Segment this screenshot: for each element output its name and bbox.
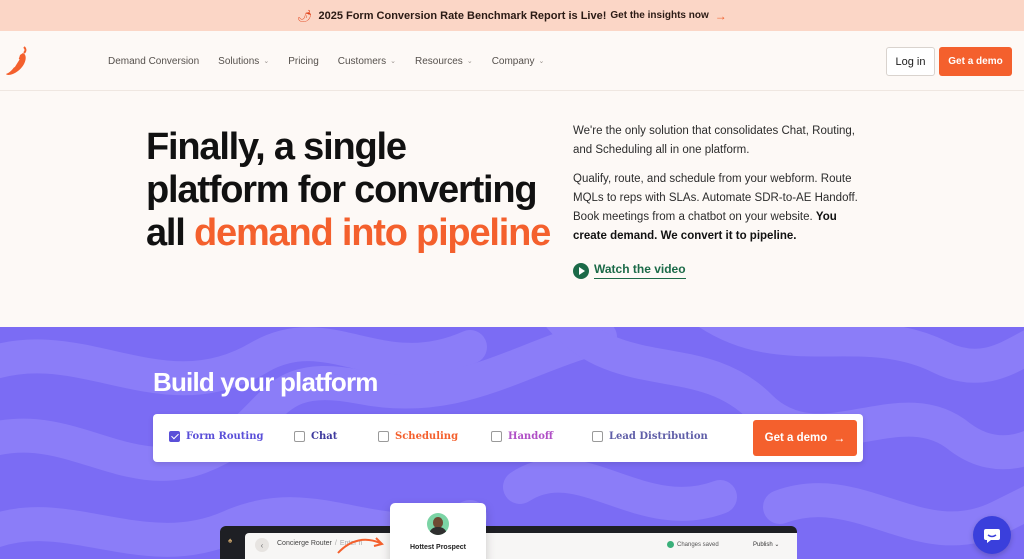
chevron-down-icon: ⌄ (466, 58, 473, 65)
nav-pricing[interactable]: Pricing (288, 56, 319, 67)
play-icon (573, 262, 589, 279)
nav-company[interactable]: Company ⌄ (492, 56, 545, 67)
app-logo-icon: ♠ (228, 536, 233, 545)
arrow-right-icon: → (714, 8, 727, 23)
checkbox-icon[interactable] (592, 431, 603, 442)
publish-button[interactable]: Publish ⌄ (753, 541, 779, 548)
chat-bubble-icon (984, 529, 1000, 543)
hero-title: Finally, a single platform for convertin… (146, 126, 551, 254)
get-demo-button[interactable]: Get a demo (939, 47, 1012, 76)
chevron-down-icon: ⌄ (538, 58, 545, 65)
option-form-routing[interactable]: Form Routing (169, 431, 264, 442)
login-button[interactable]: Log in (886, 47, 935, 76)
nav-customers[interactable]: Customers ⌄ (338, 56, 396, 67)
product-picker: Form Routing Chat Scheduling Handoff Lea… (153, 414, 863, 462)
hottest-prospect-card[interactable]: Hottest Prospect (390, 503, 486, 559)
nav-links: Demand Conversion Solutions ⌄ Pricing Cus… (108, 31, 563, 91)
avatar (427, 513, 449, 535)
checkbox-icon[interactable] (491, 431, 502, 442)
announcement-bar[interactable]: 🌶 2025 Form Conversion Rate Benchmark Re… (0, 0, 1024, 31)
option-lead-distribution[interactable]: Lead Distribution (592, 431, 708, 442)
app-preview-window: ♠ ‹ Concierge Router / Enter n Changes sav… (220, 526, 797, 559)
changes-saved-status: Changes saved (667, 541, 719, 548)
chevron-down-icon: ⌄ (390, 58, 396, 65)
option-chat[interactable]: Chat (294, 431, 337, 442)
curved-arrow-icon (337, 537, 384, 554)
announcement-text: 2025 Form Conversion Rate Benchmark Repo… (318, 9, 607, 22)
check-circle-icon (667, 541, 674, 548)
watch-video-link[interactable]: Watch the video (573, 262, 686, 279)
checkbox-icon[interactable] (378, 431, 389, 442)
top-navigation: Demand Conversion Solutions ⌄ Pricing Cus… (0, 31, 1024, 91)
checkbox-checked-icon[interactable] (169, 431, 180, 442)
chat-widget-button[interactable] (973, 516, 1011, 554)
build-platform-section: Build your platform Form Routing Chat Sc… (0, 327, 1024, 559)
option-handoff[interactable]: Handoff (491, 431, 553, 442)
arrow-right-icon: → (833, 431, 846, 445)
get-demo-main-button[interactable]: Get a demo → (753, 420, 857, 456)
chevron-down-icon: ⌄ (263, 58, 270, 65)
build-title: Build your platform (153, 367, 378, 397)
nav-resources[interactable]: Resources ⌄ (415, 56, 473, 67)
nav-solutions[interactable]: Solutions ⌄ (218, 56, 269, 67)
chili-logo-icon[interactable] (4, 45, 32, 77)
back-icon[interactable]: ‹ (255, 538, 269, 552)
checkbox-icon[interactable] (294, 431, 305, 442)
nav-demand-conversion[interactable]: Demand Conversion (108, 56, 199, 67)
announcement-link[interactable]: Get the insights now (610, 10, 708, 21)
app-preview-toolbar: ‹ Concierge Router / Enter n Changes saved… (245, 533, 797, 559)
hero-paragraph-1: We're the only solution that consolidate… (573, 125, 855, 156)
pepper-icon: 🌶 (297, 8, 313, 23)
hero-section: Finally, a single platform for convertin… (0, 92, 1024, 327)
hero-copy: We're the only solution that consolidate… (573, 122, 873, 256)
hero-paragraph-2: Qualify, route, and schedule from your w… (573, 173, 858, 242)
option-scheduling[interactable]: Scheduling (378, 431, 458, 442)
